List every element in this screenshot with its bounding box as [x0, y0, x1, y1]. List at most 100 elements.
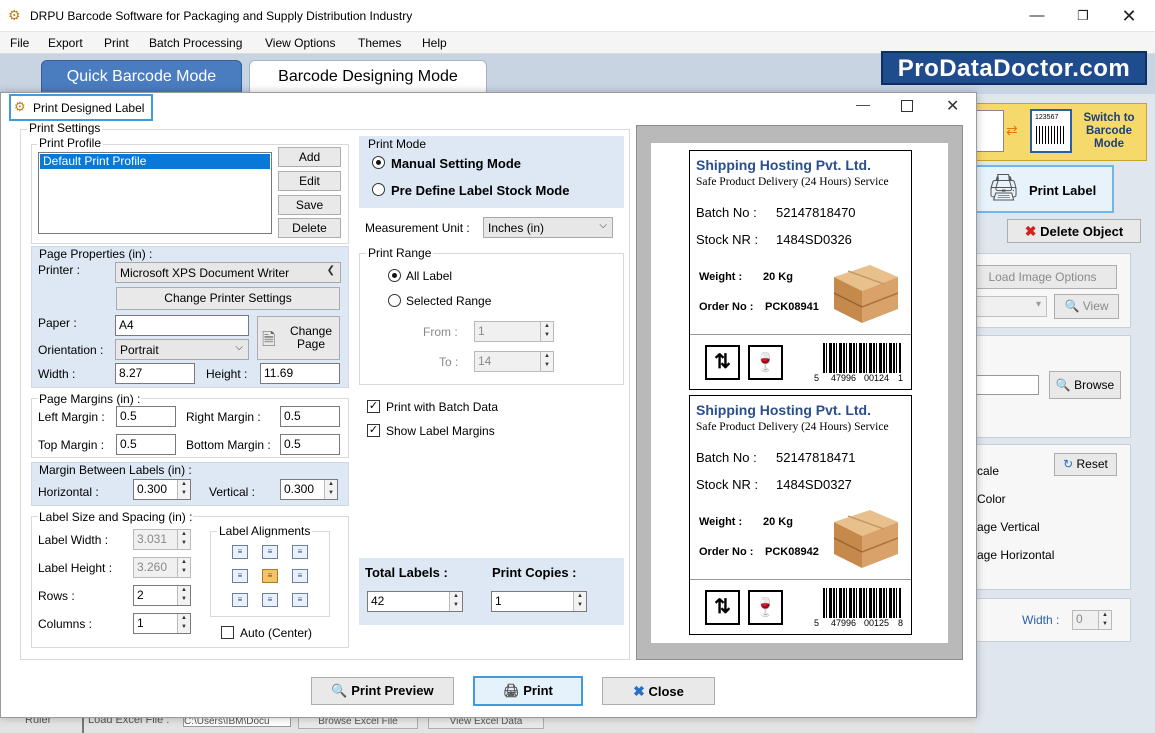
reset-button[interactable]: ↻ Reset — [1054, 453, 1117, 476]
predefine-label-stock-label[interactable]: Pre Define Label Stock Mode — [391, 183, 569, 198]
bottom-margin-label: Bottom Margin : — [186, 438, 271, 452]
align-top-right-icon[interactable]: ≡ — [292, 545, 308, 559]
bottom-margin-input[interactable]: 0.5 — [280, 434, 340, 455]
label-width-stepper[interactable]: 3.031 ▲ ▼ — [133, 529, 191, 550]
horizontal-stepper[interactable]: 0.300 ▲ ▼ — [133, 479, 191, 500]
color-item[interactable]: Color — [977, 492, 1006, 506]
label-card: Shipping Hosting Pvt. Ltd. Safe Product … — [689, 395, 912, 635]
label-height-stepper[interactable]: 3.260 ▲ ▼ — [133, 557, 191, 578]
spin-icon: ▲ ▼ — [324, 480, 337, 499]
right-margin-label: Right Margin : — [186, 410, 261, 424]
add-button[interactable]: Add — [278, 147, 341, 167]
measurement-unit-select[interactable]: Inches (in) ⌵ — [483, 217, 613, 238]
delete-button[interactable]: Delete — [278, 218, 341, 238]
barcode-digit: 47996 — [831, 618, 857, 628]
change-printer-settings-button[interactable]: Change Printer Settings — [116, 287, 340, 310]
top-margin-value: 0.5 — [120, 437, 137, 451]
maximize-icon[interactable]: ❐ — [1060, 0, 1106, 32]
profile-list[interactable]: Default Print Profile — [38, 152, 272, 234]
dialog-maximize-icon[interactable] — [901, 100, 913, 112]
list-item[interactable]: Default Print Profile — [40, 154, 270, 169]
menu-batch-processing[interactable]: Batch Processing — [149, 36, 242, 50]
dialog-close-icon[interactable]: ✕ — [946, 96, 959, 116]
spin-icon: ▲ ▼ — [177, 558, 190, 577]
dialog-minimize-icon[interactable]: — — [856, 96, 870, 112]
print-copies-stepper[interactable]: 1 ▲ ▼ — [491, 591, 587, 612]
close-icon[interactable]: ✕ — [1106, 0, 1152, 32]
to-value: 14 — [478, 354, 492, 368]
predefine-label-stock-radio[interactable] — [372, 183, 385, 196]
app-title: DRPU Barcode Software for Packaging and … — [30, 9, 413, 23]
tab-barcode-designing-mode[interactable]: Barcode Designing Mode — [249, 60, 487, 96]
spin-icon: ▲ ▼ — [449, 592, 462, 611]
print-label-button[interactable]: 🖨 Print Label — [975, 165, 1114, 213]
delete-object-button[interactable]: ✖ Delete Object — [1007, 219, 1141, 243]
image-path-input[interactable] — [975, 375, 1039, 395]
service-text: Safe Product Delivery (24 Hours) Service — [696, 176, 889, 188]
top-margin-input[interactable]: 0.5 — [116, 434, 176, 455]
page-height-input[interactable]: 11.69 — [260, 363, 340, 384]
save-button[interactable]: Save — [278, 195, 341, 215]
page-settings-icon: 🗎 — [262, 330, 276, 349]
browse-button[interactable]: 🔍 Browse — [1049, 371, 1121, 399]
menu-print[interactable]: Print — [104, 36, 129, 50]
align-middle-right-icon[interactable]: ≡ — [292, 569, 308, 583]
print-text: Print — [523, 683, 553, 698]
all-label-radio[interactable] — [388, 269, 401, 282]
printer-select[interactable]: Microsoft XPS Document Writer ❮ — [115, 262, 341, 283]
show-label-margins-checkbox[interactable]: ✓ — [367, 424, 380, 437]
auto-center-checkbox[interactable] — [221, 626, 234, 639]
menu-file[interactable]: File — [10, 36, 29, 50]
from-stepper[interactable]: 1 ▲ ▼ — [474, 321, 554, 342]
print-with-batch-label[interactable]: Print with Batch Data — [386, 400, 498, 414]
selected-range-radio[interactable] — [388, 294, 401, 307]
load-image-options-button[interactable]: Load Image Options — [968, 265, 1117, 289]
spin-icon: ▲ ▼ — [177, 480, 190, 499]
align-bottom-center-icon[interactable]: ≡ — [262, 593, 278, 607]
page-width-input[interactable]: 8.27 — [115, 363, 195, 384]
print-preview-button[interactable]: 🔍 Print Preview — [311, 677, 454, 705]
align-top-left-icon[interactable]: ≡ — [232, 545, 248, 559]
image-vertical-item[interactable]: age Vertical — [977, 520, 1040, 534]
tab-quick-barcode-mode[interactable]: Quick Barcode Mode — [41, 60, 242, 96]
print-button[interactable]: 🖨 Print — [473, 676, 583, 706]
vertical-stepper[interactable]: 0.300 ▲ ▼ — [280, 479, 338, 500]
menu-view-options[interactable]: View Options — [265, 36, 335, 50]
all-label-text[interactable]: All Label — [406, 269, 452, 283]
menu-export[interactable]: Export — [48, 36, 83, 50]
manual-setting-mode-radio[interactable] — [372, 156, 385, 169]
align-bottom-right-icon[interactable]: ≡ — [292, 593, 308, 607]
company-name: Shipping Hosting Pvt. Ltd. — [696, 157, 871, 173]
image-select[interactable]: ▾ — [975, 296, 1047, 317]
align-top-center-icon[interactable]: ≡ — [262, 545, 278, 559]
change-page-button[interactable]: 🗎 Change Page — [257, 316, 340, 360]
orientation-select[interactable]: Portrait ⌵ — [115, 339, 249, 360]
manual-setting-mode-label[interactable]: Manual Setting Mode — [391, 156, 521, 171]
right-margin-input[interactable]: 0.5 — [280, 406, 340, 427]
align-middle-center-icon[interactable]: ≡ — [262, 569, 278, 583]
image-horizontal-item[interactable]: age Horizontal — [977, 548, 1054, 562]
selected-range-text[interactable]: Selected Range — [406, 294, 491, 308]
view-button[interactable]: 🔍 View — [1054, 294, 1119, 319]
show-label-margins-label[interactable]: Show Label Margins — [386, 424, 495, 438]
page-properties-legend: Page Properties (in) : — [39, 247, 153, 261]
align-bottom-left-icon[interactable]: ≡ — [232, 593, 248, 607]
menu-themes[interactable]: Themes — [358, 36, 401, 50]
edit-button[interactable]: Edit — [278, 171, 341, 191]
close-button[interactable]: ✖ Close — [602, 677, 715, 705]
total-labels-stepper[interactable]: 42 ▲ ▼ — [367, 591, 463, 612]
paper-label: Paper : — [38, 316, 77, 330]
to-stepper[interactable]: 14 ▲ ▼ — [474, 351, 554, 372]
align-middle-left-icon[interactable]: ≡ — [232, 569, 248, 583]
switch-to-barcode-mode-button[interactable]: ⇄ 123567 Switch to Barcode Mode — [975, 103, 1147, 161]
paper-input[interactable]: A4 — [115, 315, 249, 336]
menu-help[interactable]: Help — [422, 36, 447, 50]
printer-value: Microsoft XPS Document Writer — [120, 266, 290, 280]
scale-item[interactable]: cale — [977, 464, 999, 478]
width-stepper[interactable]: 0 ▲ ▼ — [1072, 610, 1112, 630]
columns-stepper[interactable]: 1 ▲ ▼ — [133, 613, 191, 634]
print-with-batch-checkbox[interactable]: ✓ — [367, 400, 380, 413]
minimize-icon[interactable]: — — [1014, 0, 1060, 32]
rows-stepper[interactable]: 2 ▲ ▼ — [133, 585, 191, 606]
left-margin-input[interactable]: 0.5 — [116, 406, 176, 427]
